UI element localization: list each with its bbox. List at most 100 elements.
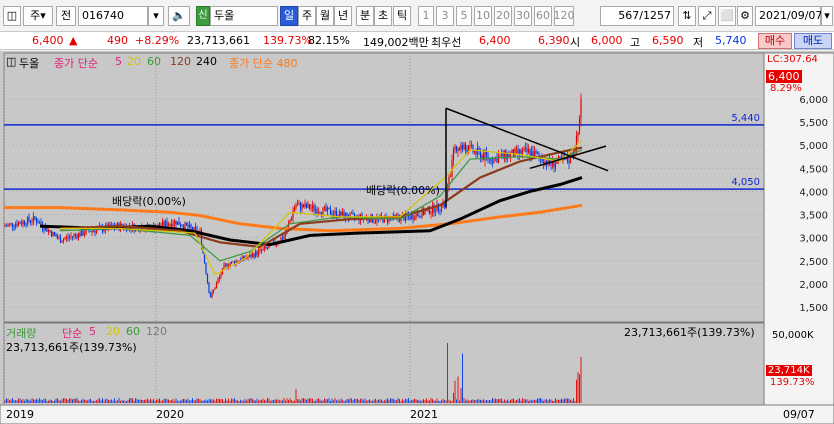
interval-button-60[interactable]: 60	[534, 6, 552, 26]
candle-body	[37, 222, 39, 224]
candle-body	[314, 209, 317, 211]
candle-body	[316, 209, 318, 214]
candle-body	[5, 225, 8, 227]
candle-body	[524, 148, 527, 149]
candle-body	[373, 221, 375, 222]
stock-code-input[interactable]: 016740	[78, 6, 148, 26]
period-tab-1[interactable]: 주	[298, 6, 316, 26]
candle-body	[460, 145, 462, 150]
price-tick-9: 1,500	[799, 303, 828, 314]
candle-body	[307, 204, 309, 208]
ask-price: 6,400	[479, 34, 511, 47]
candle-body	[250, 254, 252, 258]
candle-body	[530, 151, 533, 156]
volume-ma5[interactable]: 5	[89, 325, 96, 338]
candle-body	[187, 225, 189, 228]
stock-name-field[interactable]: 두올	[210, 6, 278, 26]
sell-button[interactable]: 매도	[794, 33, 832, 49]
candle-body	[302, 204, 305, 208]
open-price: 6,000	[591, 34, 623, 47]
price-change: 490	[107, 34, 128, 47]
time-label-2019: 2019	[6, 408, 34, 421]
buy-button[interactable]: 매수	[758, 33, 792, 49]
candle-body	[515, 148, 518, 150]
candle-body	[457, 148, 459, 151]
gear-icon[interactable]: ⚙	[737, 6, 753, 26]
candle-body	[260, 249, 263, 251]
candle-body	[62, 239, 65, 242]
lc-label: LC:307.64	[767, 54, 818, 65]
chart-menu-icon[interactable]: ◫	[3, 6, 21, 26]
legend-ma-group1[interactable]: 종가 단순	[54, 55, 98, 71]
candle-body	[482, 155, 485, 160]
candle-body	[73, 234, 75, 237]
candle-body	[64, 238, 66, 240]
candle-body	[223, 264, 225, 269]
candle-body	[424, 210, 426, 215]
volume-axis-pct: 139.73%	[770, 377, 815, 388]
interval-button-20[interactable]: 20	[494, 6, 512, 26]
period-tab-0[interactable]: 일	[280, 6, 298, 26]
indicator-icon[interactable]: ⤢	[698, 6, 716, 26]
date-dropdown-icon[interactable]: ▾	[821, 6, 833, 26]
candle-body	[514, 148, 516, 157]
compare-icon[interactable]: ⇅	[678, 6, 696, 26]
legend-ma240[interactable]: 240	[196, 55, 217, 68]
interval-button-5[interactable]: 5	[456, 6, 472, 26]
candle-body	[34, 216, 36, 219]
candle-body	[473, 151, 476, 153]
candle-body	[188, 224, 191, 228]
market-type-select[interactable]: 주 ▾	[23, 6, 53, 26]
chart-type-icon[interactable]: ⬜	[718, 6, 736, 26]
volume-axis-top: 50,000K	[772, 330, 814, 341]
legend-ma120[interactable]: 120	[170, 55, 191, 68]
position-field[interactable]: 567/1257	[600, 6, 674, 26]
total-count: /1257	[639, 9, 671, 22]
prev-button[interactable]: 전	[56, 6, 76, 26]
candle-body	[209, 293, 212, 298]
interval-button-1[interactable]: 1	[418, 6, 434, 26]
candle-body	[526, 148, 528, 153]
legend-ma60[interactable]: 60	[147, 55, 161, 68]
period-tab-6[interactable]: 틱	[393, 6, 411, 26]
period-tab-5[interactable]: 초	[374, 6, 392, 26]
candle-body	[352, 213, 354, 214]
legend-icon[interactable]: ◫	[6, 55, 16, 68]
interval-button-120[interactable]: 120	[554, 6, 575, 26]
candle-body	[341, 211, 344, 216]
candle-body	[265, 246, 267, 248]
price-tick-6: 3,000	[799, 234, 828, 245]
period-tab-2[interactable]: 월	[316, 6, 334, 26]
interval-button-3[interactable]: 3	[436, 6, 454, 26]
candle-body	[67, 236, 69, 238]
code-dropdown-icon[interactable]: ▾	[148, 6, 164, 26]
candle-body	[217, 279, 219, 284]
candle-body	[295, 205, 297, 208]
period-tab-4[interactable]: 분	[356, 6, 374, 26]
period-tab-3[interactable]: 년	[334, 6, 352, 26]
legend-ma5[interactable]: 5	[115, 55, 122, 68]
interval-button-30[interactable]: 30	[514, 6, 532, 26]
legend-ma20[interactable]: 20	[127, 55, 141, 68]
price-chart[interactable]: 5,440 4,050 6,000 5,500 5,000 4,500 4,000 3,50…	[0, 51, 834, 424]
candle-body	[172, 224, 174, 227]
volume-ma20[interactable]: 20	[106, 325, 120, 338]
interval-button-10[interactable]: 10	[474, 6, 492, 26]
candle-body	[164, 221, 167, 227]
quote-row: 6,400 ▲ 490 +8.29% 23,713,661 139.73% 82…	[0, 32, 834, 50]
candle-body	[299, 203, 302, 210]
candle-body	[452, 148, 455, 161]
candle-body	[281, 237, 284, 239]
speaker-icon[interactable]: 🔈	[168, 6, 190, 26]
candle-body	[575, 135, 578, 150]
candle-body	[95, 229, 98, 233]
candle-body	[215, 283, 218, 289]
legend-ma-group2[interactable]: 종가 단순 480	[229, 55, 297, 71]
candle-body	[226, 263, 228, 267]
date-field[interactable]: 2021/09/07	[755, 6, 822, 26]
candle-body	[19, 222, 21, 224]
volume-ma60[interactable]: 60	[126, 325, 140, 338]
chart-area[interactable]: 5,440 4,050 6,000 5,500 5,000 4,500 4,000 3,50…	[0, 51, 834, 424]
volume-ma120[interactable]: 120	[146, 325, 167, 338]
candle-body	[541, 158, 543, 162]
